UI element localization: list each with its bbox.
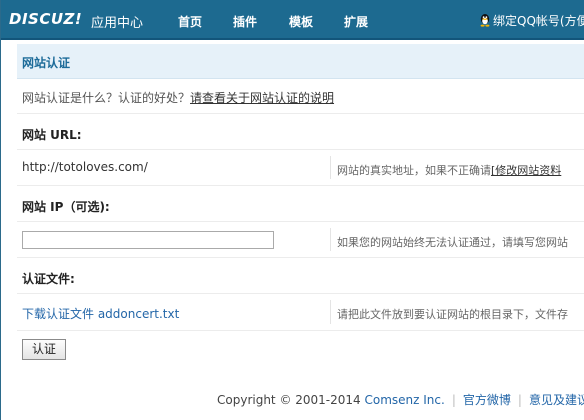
feedback-link[interactable]: 意见及建议反 [529,393,584,407]
official-weibo-link[interactable]: 官方微博 [463,393,511,407]
file-label-row: 认证文件: [17,258,584,294]
section-header: 网站认证 [17,44,584,79]
divider [330,300,331,324]
ip-description: 如果您的网站始终无法认证通过，请填写您网站 [337,236,568,249]
footer-separator: | [517,393,522,407]
url-desc-text: 网站的真实地址，如果不正确请 [337,164,491,177]
download-cert-file-link[interactable]: 下载认证文件 addoncert.txt [22,305,179,322]
ip-label-row: 网站 IP（可选): [17,186,584,222]
site-ip-input[interactable] [22,231,274,249]
intro-text: 网站认证是什么？认证的好处？请查看关于网站认证的说明 [22,89,334,106]
submit-certification-button[interactable]: 认证 [22,339,66,360]
file-label: 认证文件: [22,272,75,286]
bind-qq-label: 绑定QQ帐号(方便 [493,14,584,28]
footer-separator: | [451,393,456,407]
file-description: 请把此文件放到要认证网站的根目录下，文件存 [337,308,568,321]
nav-extensions[interactable]: 扩展 [344,13,368,30]
url-description: 网站的真实地址，如果不正确请[修改网站资料 [337,162,561,178]
nav-plugins[interactable]: 插件 [233,13,257,30]
app-center-title[interactable]: 应用中心 [91,12,143,31]
url-label-row: 网站 URL: [17,114,584,150]
divider [330,228,331,251]
footer: Copyright © 2001-2014 Comsenz Inc. | 官方微博 |… [217,391,584,408]
bind-qq-link[interactable]: 绑定QQ帐号(方便 [479,12,584,29]
discuz-logo[interactable]: DISCUZ! [9,10,82,28]
url-value: http://totoloves.com/ [22,160,148,174]
ip-input-row: 如果您的网站始终无法认证通过，请填写您网站 [17,222,584,258]
edit-site-info-link[interactable]: [修改网站资料 [491,164,561,177]
section-title: 网站认证 [22,56,71,70]
ip-label: 网站 IP（可选): [22,200,110,214]
main-content: 网站认证 网站认证是什么？认证的好处？请查看关于网站认证的说明 网站 URL: … [17,40,584,420]
qq-penguin-icon [480,14,490,27]
intro-question: 网站认证是什么？认证的好处？ [22,91,191,105]
url-value-row: http://totoloves.com/ 网站的真实地址，如果不正确请[修改网… [17,150,584,186]
top-navigation-bar: DISCUZ! 应用中心 首页 插件 模板 扩展 绑定QQ帐号(方便 [1,0,584,40]
copyright-text: Copyright © 2001-2014 [217,393,361,407]
certification-help-link[interactable]: 请查看关于网站认证的说明 [190,91,334,105]
app-window: DISCUZ! 应用中心 首页 插件 模板 扩展 绑定QQ帐号(方便 网站认证 … [0,0,584,420]
nav-home[interactable]: 首页 [178,13,202,30]
url-label: 网站 URL: [22,128,82,142]
divider [330,156,331,179]
intro-row: 网站认证是什么？认证的好处？请查看关于网站认证的说明 [17,78,584,114]
file-download-row: 下载认证文件 addoncert.txt 请把此文件放到要认证网站的根目录下，文… [17,294,584,331]
comsenz-link[interactable]: Comsenz Inc. [365,393,445,407]
nav-templates[interactable]: 模板 [289,13,313,30]
